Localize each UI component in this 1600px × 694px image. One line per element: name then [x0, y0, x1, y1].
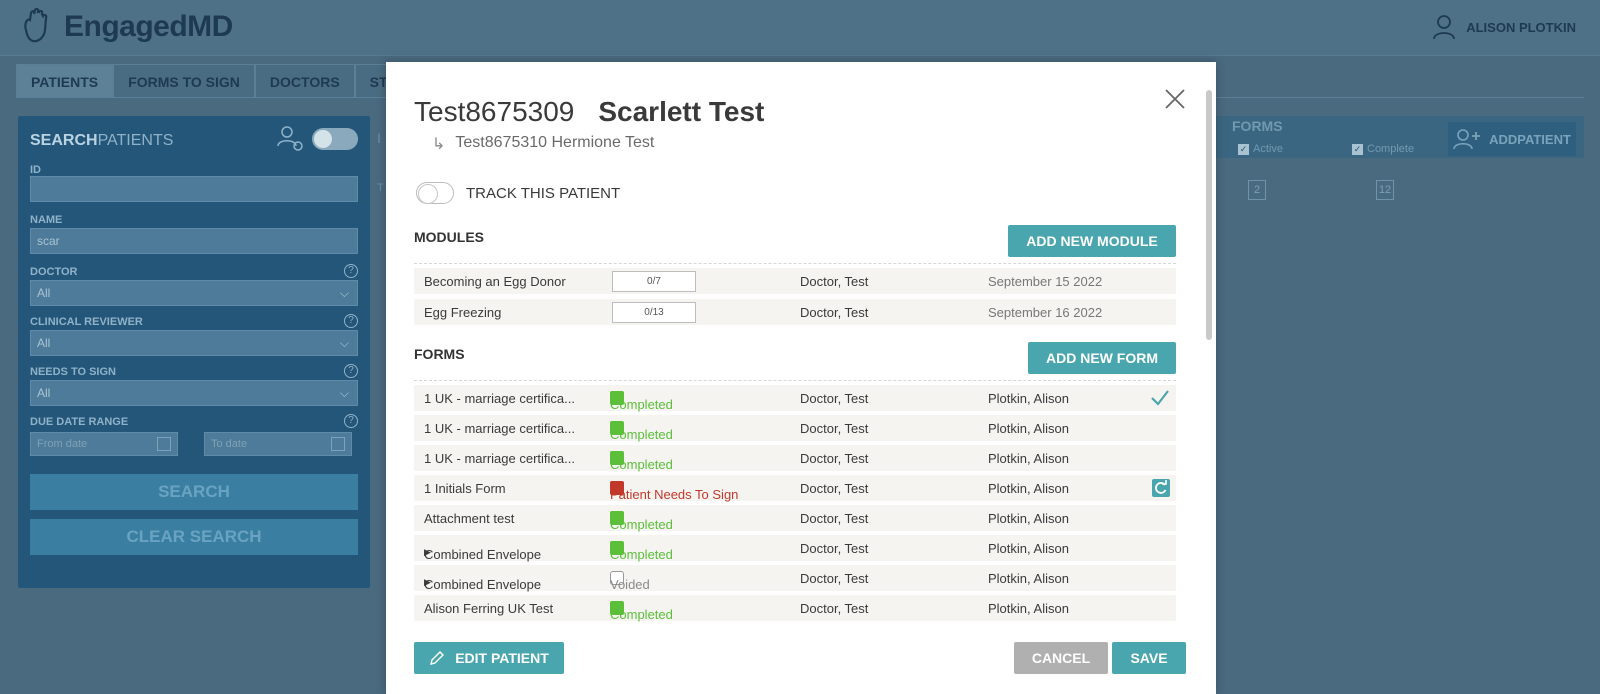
needs-to-sign-label: NEEDS TO SIGN: [30, 366, 116, 378]
patient-row-partial[interactable]: T: [377, 182, 384, 194]
user-name: ALISON PLOTKIN: [1466, 19, 1576, 35]
chevron-down-icon: ⌵: [339, 386, 349, 400]
edit-patient-button[interactable]: EDIT PATIENT: [414, 642, 564, 674]
add-user-icon: [1453, 129, 1481, 150]
form-row[interactable]: 1 UK - marriage certifica... Completed D…: [414, 445, 1176, 472]
tab-doctors[interactable]: DOCTORS: [254, 64, 355, 98]
app-header: EngagedMD ALISON PLOTKIN: [0, 0, 1600, 56]
status-completed: Completed: [610, 511, 673, 532]
track-patient-row: TRACK THIS PATIENT: [416, 182, 620, 204]
active-filter[interactable]: ✓ Active: [1238, 143, 1283, 155]
checkbox-checked-icon: ✓: [1352, 143, 1363, 155]
module-row[interactable]: Egg Freezing 0/13 Doctor, Test September…: [414, 299, 1176, 325]
name-input[interactable]: scar: [30, 228, 358, 254]
doctor-select[interactable]: All ⌵: [30, 280, 358, 306]
due-date-range-label: DUE DATE RANGE: [30, 416, 129, 428]
app-name: EngagedMD: [64, 10, 233, 43]
checkbox-checked-icon: ✓: [1238, 143, 1249, 155]
linked-patient-name: Test8675310 Hermione Test: [455, 134, 655, 151]
from-date-input[interactable]: From date: [30, 432, 178, 456]
id-label: ID: [30, 164, 41, 176]
forms-column-header: FORMS: [1232, 118, 1283, 134]
calendar-icon[interactable]: [157, 437, 171, 451]
due-date-help-icon[interactable]: ?: [344, 414, 358, 428]
status-completed: Completed: [610, 541, 673, 562]
status-completed: Completed: [610, 391, 673, 412]
linked-arrow-icon: ↳: [432, 136, 446, 153]
forms-divider: [414, 380, 1176, 381]
form-row[interactable]: 1 UK - marriage certifica... Completed D…: [414, 385, 1176, 412]
track-patient-label: TRACK THIS PATIENT: [466, 184, 621, 202]
name-label: NAME: [30, 214, 63, 226]
search-button[interactable]: SEARCH: [30, 474, 358, 510]
status-completed: Completed: [610, 601, 673, 622]
reviewer-help-icon[interactable]: ?: [344, 314, 358, 328]
doctor-label: DOCTOR: [30, 266, 78, 278]
location-filter-icon[interactable]: [276, 124, 306, 154]
status-completed: Completed: [610, 421, 673, 442]
patient-detail-modal: Test8675309 Scarlett Test ↳ Test8675310 …: [386, 62, 1216, 694]
linked-patient[interactable]: ↳ Test8675310 Hermione Test: [432, 134, 654, 154]
chevron-down-icon: ⌵: [339, 286, 349, 300]
to-date-input[interactable]: To date: [204, 432, 352, 456]
chevron-down-icon: ⌵: [339, 336, 349, 350]
clinical-reviewer-select[interactable]: All ⌵: [30, 330, 358, 356]
clear-search-button[interactable]: CLEAR SEARCH: [30, 519, 358, 555]
main-nav: PATIENTS FORMS TO SIGN DOCTORS ST: [16, 64, 403, 98]
location-toggle[interactable]: [312, 128, 358, 150]
modules-divider: [414, 263, 1176, 264]
tab-forms-to-sign[interactable]: FORMS TO SIGN: [113, 64, 255, 98]
patient-name: Scarlett Test: [598, 96, 765, 127]
reviewed-check-icon[interactable]: [1150, 389, 1170, 407]
user-icon: [1433, 15, 1456, 40]
track-patient-toggle[interactable]: [416, 182, 454, 204]
active-forms-count[interactable]: 2: [1248, 180, 1266, 200]
complete-filter[interactable]: ✓ Complete: [1352, 143, 1414, 155]
form-row[interactable]: ▶ Combined Envelope Completed Doctor, Tes…: [414, 535, 1176, 562]
add-new-form-button[interactable]: ADD NEW FORM: [1028, 342, 1176, 374]
add-patient-button[interactable]: ADDPATIENT: [1448, 122, 1576, 156]
status-needs-sign: Patient Needs To Sign: [610, 481, 738, 502]
form-row[interactable]: Alison Ferring UK Test Completed Doctor,…: [414, 595, 1176, 622]
form-row[interactable]: 1 UK - marriage certifica... Completed D…: [414, 415, 1176, 442]
module-progress: 0/13: [612, 302, 696, 323]
form-row[interactable]: Attachment test Completed Doctor, Test P…: [414, 505, 1176, 532]
needs-to-sign-select[interactable]: All ⌵: [30, 380, 358, 406]
calendar-icon[interactable]: [331, 437, 345, 451]
refresh-icon[interactable]: [1152, 479, 1170, 497]
search-panel-title: SEARCHPATIENTS: [30, 132, 174, 149]
id-input[interactable]: [30, 176, 358, 202]
id-column-header: I: [377, 130, 381, 146]
cancel-button[interactable]: CANCEL: [1014, 642, 1108, 674]
app-logo[interactable]: EngagedMD: [18, 8, 233, 46]
status-completed: Completed: [610, 451, 673, 472]
clinical-reviewer-label: CLINICAL REVIEWER: [30, 316, 143, 328]
user-menu[interactable]: ALISON PLOTKIN: [1432, 14, 1576, 40]
complete-forms-count[interactable]: 12: [1376, 180, 1394, 200]
modal-scrollbar[interactable]: [1206, 90, 1212, 340]
module-row[interactable]: Becoming an Egg Donor 0/7 Doctor, Test S…: [414, 268, 1176, 294]
patient-id: Test8675309: [414, 96, 575, 127]
needs-sign-help-icon[interactable]: ?: [344, 364, 358, 378]
hand-logo-icon: [24, 8, 48, 43]
modules-heading: MODULES: [414, 229, 484, 245]
forms-heading: FORMS: [414, 346, 465, 362]
search-panel: SEARCHPATIENTS ID NAME scar DOCTOR ? All…: [18, 116, 370, 588]
tab-patients[interactable]: PATIENTS: [16, 64, 114, 98]
status-voided: Voided: [610, 571, 650, 592]
save-button[interactable]: SAVE: [1112, 642, 1186, 674]
patient-title: Test8675309 Scarlett Test: [414, 96, 764, 128]
form-row[interactable]: ▶ Combined Envelope Voided Doctor, Test P…: [414, 565, 1176, 592]
doctor-help-icon[interactable]: ?: [344, 264, 358, 278]
form-row[interactable]: 1 Initials Form Patient Needs To Sign Do…: [414, 475, 1176, 502]
module-progress: 0/7: [612, 271, 696, 292]
pencil-icon: [430, 651, 445, 665]
close-icon[interactable]: [1164, 88, 1186, 110]
add-new-module-button[interactable]: ADD NEW MODULE: [1008, 225, 1176, 257]
